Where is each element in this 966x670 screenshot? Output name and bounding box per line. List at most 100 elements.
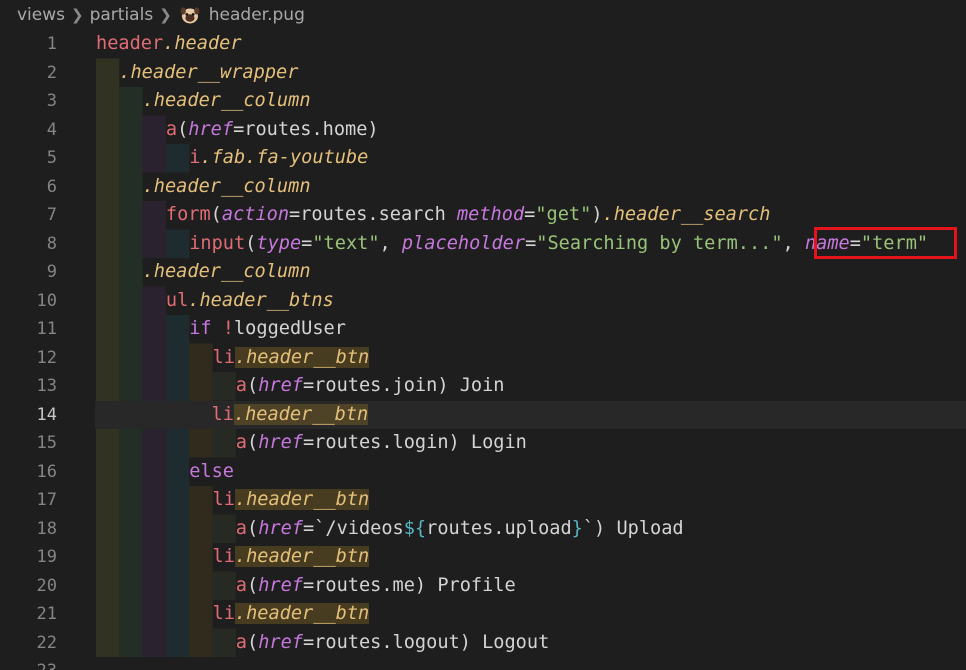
line-number: 18 [36, 518, 57, 539]
breadcrumb-item-file[interactable]: header.pug [209, 5, 305, 25]
code-line[interactable]: 17 li.header__btn [0, 486, 966, 515]
code-line[interactable]: 1 header.header [0, 30, 966, 59]
code-token: .header__column [142, 261, 311, 282]
code-line[interactable]: 14 li.header__btn [37, 400, 966, 430]
line-number: 13 [36, 376, 57, 396]
code-token: href [258, 375, 303, 396]
line-number: 21 [36, 604, 57, 624]
code-text: a(href=routes.home) [96, 116, 379, 145]
line-number: 9 [46, 262, 57, 282]
code-line[interactable]: 10 ul.header__btns [0, 287, 966, 316]
line-number: 8 [46, 233, 57, 254]
code-token: ul [165, 289, 189, 311]
code-lines: 1 header.header 2 .header__wrapper 3 .header_… [0, 30, 966, 670]
code-token: a [235, 432, 247, 453]
code-token: li [211, 403, 234, 425]
code-token: ${ [403, 517, 427, 539]
code-token: .header [163, 33, 242, 54]
code-editor[interactable]: 1 header.header 2 .header__wrapper 3 .header_… [0, 30, 966, 670]
code-token: li [212, 346, 235, 368]
code-token: .header__btn [234, 489, 370, 510]
code-token: header [96, 33, 164, 54]
code-line[interactable]: 7 form(action=routes.search method="get")… [0, 201, 966, 230]
code-text: .header__column [96, 87, 311, 116]
code-line[interactable]: 16 else [0, 458, 966, 487]
code-token: .header__wrapper [119, 61, 299, 83]
code-line[interactable]: 3 .header__column [0, 87, 966, 116]
code-token: a [235, 517, 247, 539]
code-line[interactable]: 21 li.header__btn [0, 600, 966, 629]
line-number: 4 [46, 119, 57, 140]
pug-icon [180, 7, 200, 24]
code-token: href [258, 432, 303, 453]
code-token: , [782, 232, 805, 254]
code-line[interactable]: 22 a(href=routes.logout) Logout [0, 629, 966, 658]
line-number: 19 [36, 547, 57, 567]
code-token: = [301, 232, 313, 254]
code-line[interactable]: 6 .header__column [0, 173, 966, 202]
code-line[interactable]: 23 [0, 657, 966, 670]
code-token: href [258, 574, 303, 596]
chevron-right-icon: ❯ [159, 6, 172, 24]
code-text: a(href=routes.logout) Logout [96, 629, 549, 658]
code-token: li [212, 603, 235, 624]
code-line[interactable]: 5 i.fab.fa-youtube [0, 144, 966, 173]
code-line[interactable]: 15 a(href=routes.login) Login [0, 429, 966, 458]
code-token: i [189, 147, 201, 168]
code-line[interactable]: 18 a(href=`/videos${routes.upload}`) Uplo… [0, 515, 966, 544]
code-text: .header__wrapper [96, 59, 298, 88]
code-text: .header__column [96, 173, 311, 202]
code-line[interactable]: 4 a(href=routes.home) [0, 116, 966, 145]
code-token: .header__btn [234, 603, 370, 624]
code-token: "Searching by term..." [536, 232, 783, 254]
breadcrumb-item-views[interactable]: views [17, 5, 65, 25]
code-line[interactable]: 11 if !loggedUser [0, 315, 966, 344]
code-line[interactable]: 19 li.header__btn [0, 543, 966, 572]
code-line[interactable]: 12 li.header__btn [0, 344, 966, 373]
code-line[interactable]: 20 a(href=routes.me) Profile [0, 572, 966, 601]
breadcrumb-item-partials[interactable]: partials [90, 5, 154, 25]
code-line[interactable]: 13 a(href=routes.join) Join [0, 372, 966, 401]
code-token: ( [247, 631, 259, 653]
code-token: .header__search [602, 204, 771, 225]
code-token: li [212, 546, 235, 567]
code-text: li.header__btn [96, 600, 370, 629]
code-token: .header__btn [234, 346, 370, 368]
code-text: li.header__btn [96, 543, 370, 572]
code-token: href [188, 118, 234, 140]
code-token: a [165, 118, 178, 140]
code-token: ( [247, 375, 259, 396]
code-token: ( [245, 232, 257, 254]
code-text: a(href=`/videos${routes.upload}`) Upload [96, 515, 684, 544]
code-token: =`/videos [302, 517, 404, 539]
code-text: li.header__btn [96, 486, 370, 515]
code-text: li.header__btn [95, 401, 369, 430]
code-text: a(href=routes.login) Login [96, 429, 527, 458]
code-token: .fab.fa-youtube [200, 147, 369, 168]
code-token: ( [210, 204, 222, 225]
code-token: ) [591, 204, 603, 225]
code-token: } [571, 517, 583, 539]
line-number: 7 [46, 205, 57, 225]
code-token: = [524, 204, 536, 225]
code-token: .header__btn [234, 546, 370, 567]
code-token: = [525, 232, 537, 254]
code-token: placeholder [401, 232, 526, 254]
code-token: , [379, 232, 402, 254]
code-token: routes.upload [426, 517, 572, 539]
code-token: .header__column [142, 175, 311, 197]
code-line[interactable]: 2 .header__wrapper [0, 59, 966, 88]
code-token: a [235, 375, 247, 396]
line-number: 12 [36, 347, 57, 368]
code-token: form [165, 204, 211, 225]
code-token: =routes.me) Profile [302, 574, 516, 596]
line-number: 15 [36, 433, 57, 453]
line-number: 22 [36, 632, 57, 653]
code-token: action [221, 204, 290, 225]
code-line[interactable]: 9 .header__column [0, 258, 966, 287]
code-text: .header__column [96, 258, 311, 287]
code-token: a [235, 631, 247, 653]
code-text: else [96, 458, 234, 487]
line-number: 16 [36, 461, 57, 482]
code-text: a(href=routes.me) Profile [96, 572, 516, 601]
